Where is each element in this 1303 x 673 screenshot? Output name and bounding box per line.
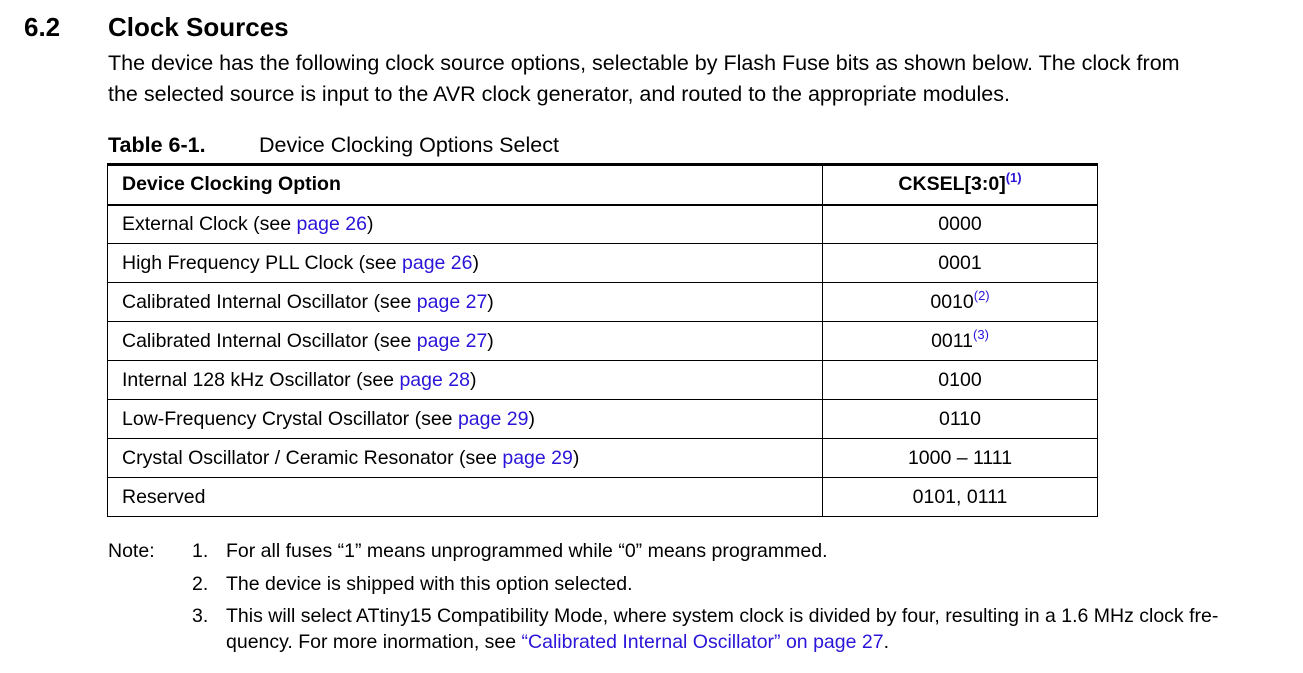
option-close: ): [528, 407, 535, 430]
intro-line-1: The device has the following clock sourc…: [108, 51, 1180, 75]
page-link[interactable]: page 29: [458, 408, 529, 430]
cksel-value-text: 0010: [930, 290, 974, 313]
option-cell: Crystal Oscillator / Ceramic Resonator (…: [107, 438, 823, 478]
table-row: Reserved 0101, 0111: [107, 477, 1098, 517]
table-row: High Frequency PLL Clock (see page 26) 0…: [107, 243, 1098, 283]
note-item-1: 1. For all fuses “1” means unprogrammed w…: [192, 538, 827, 564]
option-text: Calibrated Internal Oscillator (see: [122, 329, 417, 352]
page-link[interactable]: page 27: [417, 330, 488, 352]
cksel-value: 0010(2): [822, 282, 1098, 322]
option-text: Calibrated Internal Oscillator (see: [122, 290, 417, 313]
option-close: ): [469, 368, 477, 391]
note-item-2: 2. The device is shipped with this option…: [192, 571, 632, 597]
cksel-value-text: 0011: [931, 329, 974, 352]
section-title: Clock Sources: [108, 12, 289, 42]
note-number: 2.: [192, 573, 209, 595]
option-text: External Clock (see: [122, 212, 297, 235]
table-row: Internal 128 kHz Oscillator (see page 28…: [107, 360, 1098, 400]
option-close: ): [487, 329, 494, 352]
cksel-value-text: 0101, 0111: [912, 485, 1008, 508]
cksel-value: 0100: [822, 360, 1098, 400]
option-cell: External Clock (see page 26): [107, 204, 823, 244]
cksel-value: 0000: [822, 204, 1098, 244]
option-cell: Calibrated Internal Oscillator (see page…: [107, 282, 823, 322]
cksel-value-text: 0110: [939, 407, 981, 430]
page-link[interactable]: page 26: [296, 213, 367, 235]
intro-line-2: the selected source is input to the AVR …: [108, 82, 1010, 106]
option-cell: Reserved: [107, 477, 823, 517]
footnote-link-3[interactable]: (3): [973, 327, 989, 342]
option-text: Crystal Oscillator / Ceramic Resonator (…: [122, 446, 503, 469]
page-link[interactable]: page 28: [399, 369, 470, 391]
clocking-options-table: Device Clocking Option CKSEL[3:0](1) Ext…: [107, 163, 1098, 517]
note-text: For all fuses “1” means unprogrammed whi…: [226, 540, 828, 562]
cksel-value: 0011(3): [822, 321, 1098, 361]
note-continuation: quency. For more inormation, see “Calibr…: [192, 629, 1218, 655]
footnote-link-2[interactable]: (2): [974, 288, 990, 303]
option-close: ): [487, 290, 494, 313]
table-row: Crystal Oscillator / Ceramic Resonator (…: [107, 438, 1098, 478]
footnote-link-1[interactable]: (1): [1006, 170, 1022, 185]
note-number: 3.: [192, 605, 209, 627]
option-cell: High Frequency PLL Clock (see page 26): [107, 243, 823, 283]
cksel-value-text: 0000: [938, 212, 982, 235]
intro-paragraph: The device has the following clock sourc…: [108, 48, 1293, 110]
header-device-clocking-option: Device Clocking Option: [107, 164, 823, 206]
note-text: This will select ATtiny15 Compatibility …: [226, 605, 1219, 627]
header-cksel: CKSEL[3:0](1): [822, 164, 1098, 206]
option-cell: Low-Frequency Crystal Oscillator (see pa…: [107, 399, 823, 439]
note-end: .: [883, 631, 889, 653]
table-row: External Clock (see page 26) 0000: [107, 204, 1098, 244]
option-cell: Internal 128 kHz Oscillator (see page 28…: [107, 360, 823, 400]
cksel-value: 1000 – 1111: [822, 438, 1098, 478]
option-text: Reserved: [122, 485, 206, 508]
option-text: Internal 128 kHz Oscillator (see: [122, 368, 400, 391]
table-caption-label: Table 6-1.: [108, 133, 206, 157]
cksel-value: 0001: [822, 243, 1098, 283]
table-row: Low-Frequency Crystal Oscillator (see pa…: [107, 399, 1098, 439]
option-cell: Calibrated Internal Oscillator (see page…: [107, 321, 823, 361]
option-close: ): [366, 212, 374, 235]
option-close: ): [472, 251, 480, 274]
note-number: 1.: [192, 540, 209, 562]
cksel-value-text: 0001: [938, 251, 982, 274]
section-number: 6.2: [24, 12, 61, 42]
option-close: ): [572, 446, 580, 469]
note-text: The device is shipped with this option s…: [226, 573, 633, 595]
cksel-value-text: 0100: [938, 368, 982, 391]
page-link[interactable]: page 26: [402, 252, 473, 274]
header-cksel-label: CKSEL[3:0]: [898, 173, 1006, 196]
note-item-3: 3. This will select ATtiny15 Compatibilit…: [192, 603, 1218, 655]
option-text: High Frequency PLL Clock (see: [122, 251, 402, 274]
table-caption: Table 6-1. Device Clocking Options Select: [108, 131, 559, 159]
note-text-2: quency. For more inormation, see: [226, 631, 522, 653]
table-caption-text: Device Clocking Options Select: [259, 133, 559, 157]
cksel-value-text: 1000 – 1111: [907, 446, 1013, 469]
table-row: Calibrated Internal Oscillator (see page…: [107, 282, 1098, 322]
page-link[interactable]: page 29: [502, 447, 573, 469]
calibrated-oscillator-link[interactable]: “Calibrated Internal Oscillator” on page…: [522, 631, 884, 653]
notes-label: Note:: [108, 540, 155, 562]
table-row: Calibrated Internal Oscillator (see page…: [107, 321, 1098, 361]
page-link[interactable]: page 27: [417, 291, 488, 313]
table-header-row: Device Clocking Option CKSEL[3:0](1): [107, 164, 1098, 206]
cksel-value: 0101, 0111: [822, 477, 1098, 517]
option-text: Low-Frequency Crystal Oscillator (see: [122, 407, 458, 430]
cksel-value: 0110: [822, 399, 1098, 439]
